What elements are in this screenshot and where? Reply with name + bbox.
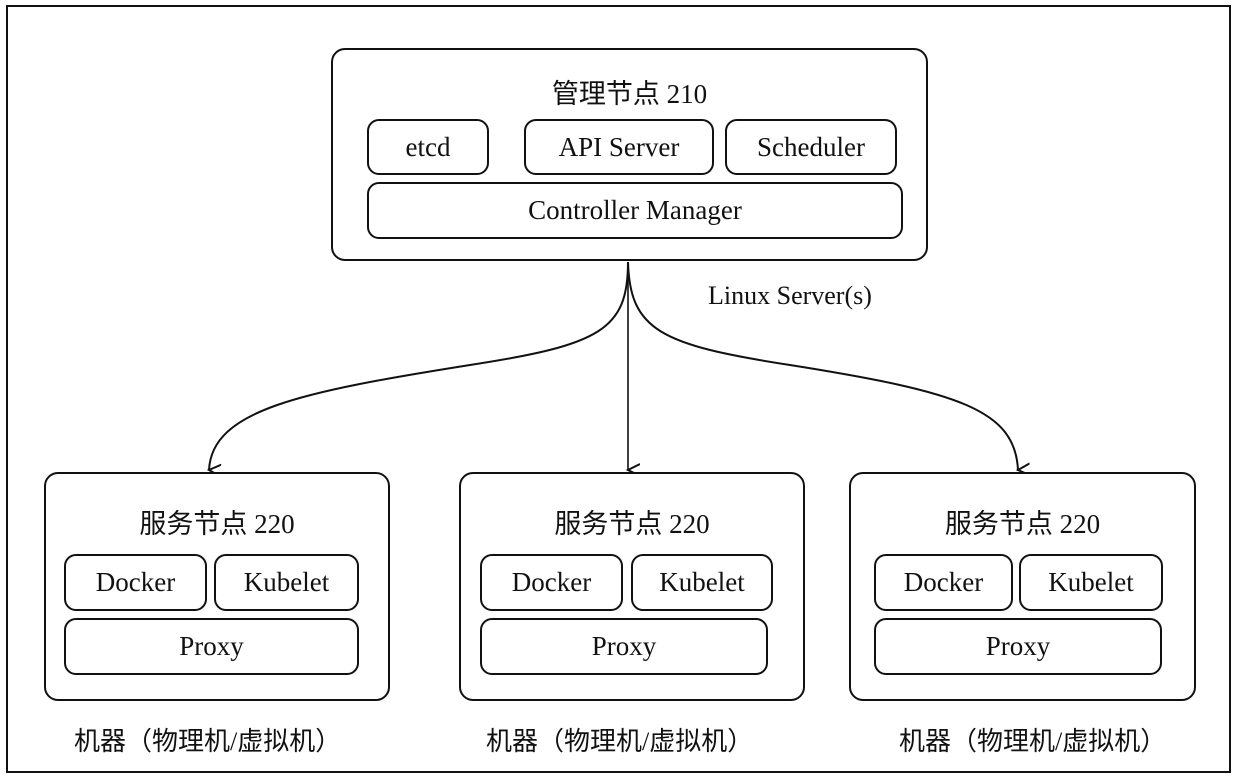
- machine-caption: 机器（物理机/虚拟机）: [899, 727, 1167, 756]
- kubelet-component: Kubelet: [1019, 554, 1163, 611]
- docker-component: Docker: [480, 554, 623, 611]
- proxy-component: Proxy: [480, 618, 768, 675]
- scheduler-component: Scheduler: [725, 119, 897, 175]
- kubelet-component: Kubelet: [631, 554, 773, 611]
- etcd-component: etcd: [367, 119, 489, 175]
- linux-servers-label: Linux Server(s): [708, 281, 872, 310]
- service-node-title: 服务节点 220: [139, 509, 295, 539]
- docker-component: Docker: [64, 554, 207, 611]
- kubelet-component: Kubelet: [214, 554, 359, 611]
- service-node-title: 服务节点 220: [944, 509, 1101, 539]
- machine-caption: 机器（物理机/虚拟机）: [74, 727, 342, 756]
- management-node-title: 管理节点 210: [551, 79, 708, 109]
- proxy-component: Proxy: [64, 618, 359, 675]
- proxy-component: Proxy: [874, 618, 1162, 675]
- machine-caption: 机器（物理机/虚拟机）: [486, 727, 754, 756]
- controller-manager-component: Controller Manager: [367, 182, 903, 239]
- service-node-title: 服务节点 220: [554, 509, 710, 539]
- api-server-component: API Server: [524, 119, 714, 175]
- docker-component: Docker: [874, 554, 1013, 611]
- arrow-to-service-node-1: [209, 261, 629, 470]
